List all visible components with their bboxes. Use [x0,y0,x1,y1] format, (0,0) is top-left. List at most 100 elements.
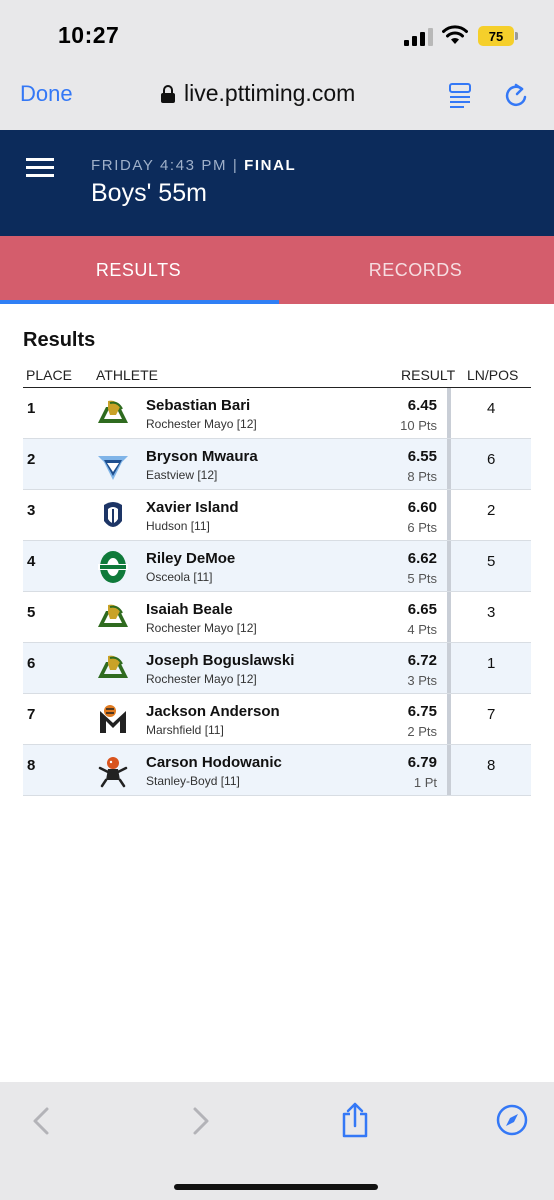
lane-position: 8 [487,757,496,774]
result-points: 10 Pts [400,418,437,433]
athlete-name[interactable]: Carson Hodowanic [146,754,282,771]
lane-position: 3 [487,604,496,621]
athlete-team: Hudson [11] [146,519,210,533]
result-points: 6 Pts [407,520,437,535]
result-time: 6.55 [407,448,437,465]
result-time: 6.60 [407,499,437,516]
address-bar[interactable]: live.pttiming.com [160,80,355,107]
column-divider [447,388,451,438]
athlete-name[interactable]: Sebastian Bari [146,397,250,414]
clock: 10:27 [58,22,120,48]
athlete-team: Marshfield [11] [146,723,224,737]
table-row[interactable]: 6 Joseph Boguslawski Rochester Mayo [12]… [23,643,531,694]
rochester-mayo-logo-icon [98,604,128,627]
place: 4 [27,553,36,570]
event-title: Boys' 55m [91,179,207,207]
eastview-logo-icon [98,456,128,480]
table-row[interactable]: 3 Xavier Island Hudson [11] 6.60 6 Pts 2 [23,490,531,541]
column-divider [447,643,451,693]
results-table: PLACE ATHLETE RESULT LN/POS 1 Sebastian … [23,362,531,796]
done-button[interactable]: Done [20,81,73,107]
table-row[interactable]: 8 Carson Hodowanic Stanley-Boyd [11] 6.7… [23,745,531,796]
column-place: PLACE [26,367,72,383]
lane-position: 4 [487,400,496,417]
result-points: 2 Pts [407,724,437,739]
column-result: RESULT [401,367,456,383]
column-lane-pos: LN/POS [467,367,519,383]
result-time: 6.62 [407,550,437,567]
active-tab-indicator [0,300,279,304]
signal-icon [404,28,433,46]
browser-toolbar [0,1082,554,1200]
event-meta: FRIDAY 4:43 PM | FINAL [91,157,296,174]
lane-position: 7 [487,706,496,723]
wifi-icon [442,25,468,44]
table-row[interactable]: 7 Jackson Anderson Marshfield [11] 6.75 … [23,694,531,745]
place: 7 [27,706,36,723]
athlete-team: Rochester Mayo [12] [146,672,257,686]
table-row[interactable]: 4 Riley DeMoe Osceola [11] 6.62 5 Pts 5 [23,541,531,592]
battery-icon: 75 [478,26,514,46]
athlete-team: Osceola [11] [146,570,213,584]
column-divider [447,745,451,795]
stanley-boyd-logo-icon [98,757,128,788]
compass-icon[interactable] [496,1104,528,1136]
lane-position: 2 [487,502,496,519]
reader-icon[interactable] [448,82,472,108]
hudson-logo-icon [104,502,122,527]
result-time: 6.75 [407,703,437,720]
status-bar: 10:27 75 [0,0,554,62]
athlete-name[interactable]: Isaiah Beale [146,601,233,618]
column-divider [447,541,451,591]
marshfield-logo-icon [100,705,126,733]
athlete-team: Rochester Mayo [12] [146,621,257,635]
result-points: 1 Pt [413,775,437,790]
lane-position: 6 [487,451,496,468]
athlete-team: Rochester Mayo [12] [146,417,257,431]
tab-records[interactable]: RECORDS [277,236,554,304]
chevron-left-icon[interactable] [30,1106,52,1136]
column-divider [447,592,451,642]
reload-icon[interactable] [503,81,529,109]
tab-bar: RESULTS RECORDS [0,236,554,304]
place: 2 [27,451,36,468]
athlete-name[interactable]: Bryson Mwaura [146,448,258,465]
event-day-time: FRIDAY 4:43 PM [91,157,228,174]
event-status: FINAL [244,157,297,174]
table-row[interactable]: 5 Isaiah Beale Rochester Mayo [12] 6.65 … [23,592,531,643]
rochester-mayo-logo-icon [98,655,128,678]
table-row[interactable]: 2 Bryson Mwaura Eastview [12] 6.55 8 Pts… [23,439,531,490]
result-time: 6.79 [407,754,437,771]
event-header: FRIDAY 4:43 PM | FINAL Boys' 55m [0,130,554,236]
athlete-name[interactable]: Xavier Island [146,499,239,516]
result-points: 5 Pts [407,571,437,586]
browser-bar: Done live.pttiming.com [0,62,554,130]
url-text: live.pttiming.com [184,80,356,106]
tab-results[interactable]: RESULTS [0,236,277,304]
rochester-mayo-logo-icon [98,400,128,423]
results-title: Results [23,329,96,351]
column-divider [447,490,451,540]
home-indicator [174,1184,378,1190]
lane-position: 1 [487,655,496,672]
battery-nub [515,32,518,40]
result-points: 3 Pts [407,673,437,688]
meta-separator: | [232,157,239,174]
share-icon[interactable] [340,1102,370,1138]
result-points: 4 Pts [407,622,437,637]
athlete-name[interactable]: Joseph Boguslawski [146,652,294,669]
column-divider [447,439,451,489]
result-points: 8 Pts [407,469,437,484]
table-header: PLACE ATHLETE RESULT LN/POS [23,362,531,388]
result-time: 6.65 [407,601,437,618]
chevron-right-icon[interactable] [190,1106,212,1136]
athlete-name[interactable]: Riley DeMoe [146,550,235,567]
lock-icon [161,84,175,103]
athlete-team: Stanley-Boyd [11] [146,774,240,788]
result-time: 6.72 [407,652,437,669]
hamburger-menu-icon[interactable] [26,156,54,178]
table-row[interactable]: 1 Sebastian Bari Rochester Mayo [12] 6.4… [23,388,531,439]
column-athlete: ATHLETE [96,367,158,383]
athlete-name[interactable]: Jackson Anderson [146,703,280,720]
place: 1 [27,400,36,417]
